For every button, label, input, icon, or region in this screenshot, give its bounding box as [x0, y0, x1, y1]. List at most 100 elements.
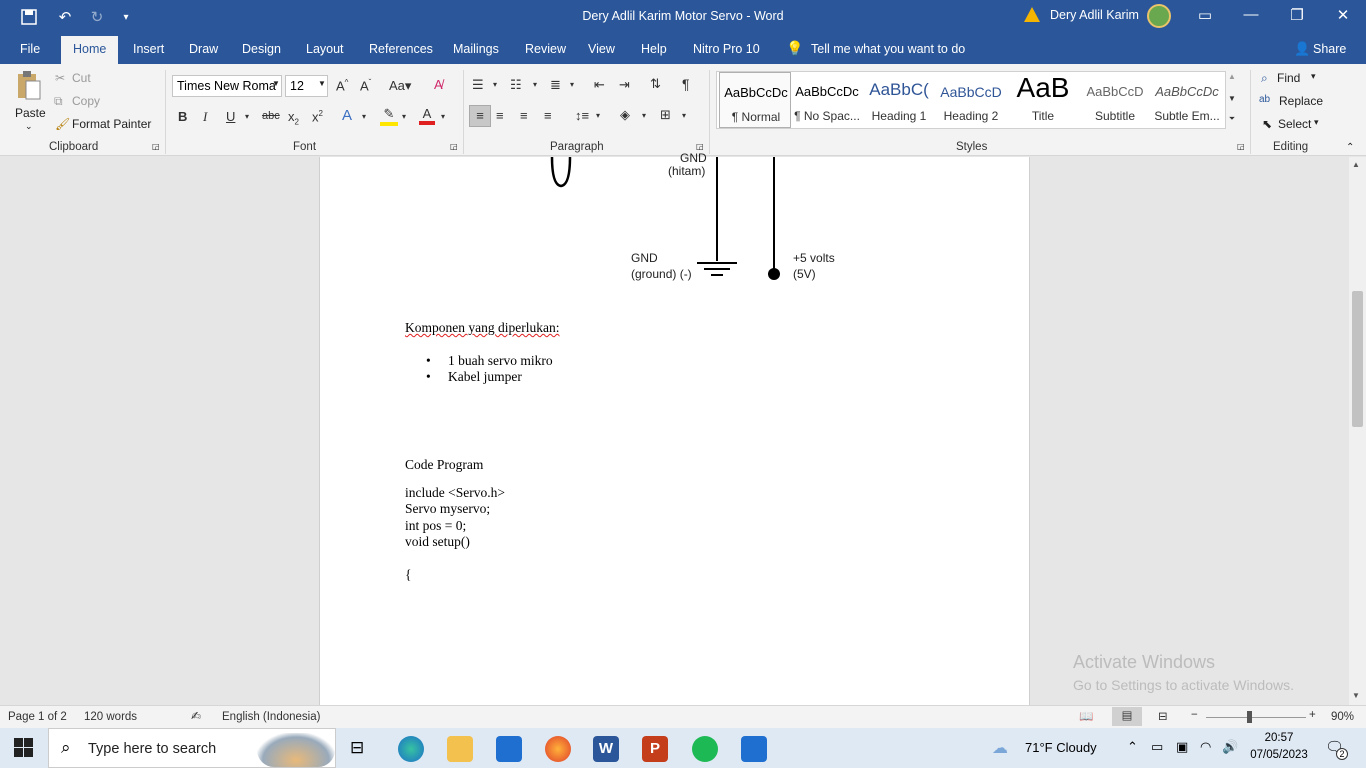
- zoom-in-icon[interactable]: +: [1309, 709, 1316, 721]
- find-icon[interactable]: ⌕: [1261, 71, 1268, 86]
- font-name-input[interactable]: Times New Roma: [172, 75, 282, 97]
- style-subtle-emphasis[interactable]: AaBbCcDc Subtle Em...: [1151, 72, 1223, 128]
- italic-icon[interactable]: I: [203, 109, 207, 125]
- tab-insert[interactable]: Insert: [133, 42, 164, 56]
- network-icon[interactable]: ◠: [1200, 739, 1211, 755]
- ribbon-display-options-icon[interactable]: ▭: [1190, 6, 1220, 26]
- line-spacing-icon[interactable]: ↕≡: [575, 108, 589, 123]
- mail-icon[interactable]: [496, 736, 522, 762]
- file-explorer-icon[interactable]: [447, 736, 473, 762]
- superscript-icon[interactable]: x2: [312, 109, 323, 124]
- tab-mailings[interactable]: Mailings: [453, 42, 499, 56]
- select-icon[interactable]: ⬉: [1262, 117, 1272, 131]
- font-size-dropdown-icon[interactable]: ▼: [318, 79, 326, 88]
- paragraph-launcher-icon[interactable]: ◲: [696, 142, 704, 151]
- styles-scroll-down-icon[interactable]: ▼: [1226, 94, 1238, 103]
- zoom-out-icon[interactable]: −: [1191, 709, 1198, 721]
- tab-design[interactable]: Design: [242, 42, 281, 56]
- font-color-icon[interactable]: A: [419, 106, 435, 125]
- font-launcher-icon[interactable]: ◲: [450, 142, 458, 151]
- borders-icon[interactable]: ⊞: [660, 107, 671, 123]
- select-button[interactable]: Select: [1278, 117, 1311, 131]
- tab-references[interactable]: References: [369, 42, 433, 56]
- replace-button[interactable]: Replace: [1279, 94, 1323, 108]
- tab-view[interactable]: View: [588, 42, 615, 56]
- warning-icon[interactable]: [1024, 7, 1040, 22]
- change-case-icon[interactable]: Aa▾: [389, 78, 411, 94]
- multilevel-list-icon[interactable]: ≣: [550, 77, 561, 93]
- justify-icon[interactable]: ≡: [544, 108, 552, 123]
- numbering-dropdown-icon[interactable]: ▾: [533, 80, 537, 89]
- close-icon[interactable]: ✕: [1328, 6, 1358, 26]
- proofing-icon[interactable]: ✍: [191, 709, 201, 723]
- clipboard-launcher-icon[interactable]: ◲: [152, 142, 160, 151]
- font-color-dropdown-icon[interactable]: ▾: [441, 112, 445, 121]
- tab-draw[interactable]: Draw: [189, 42, 218, 56]
- font-name-dropdown-icon[interactable]: ▼: [272, 79, 280, 88]
- windows-start-icon[interactable]: [14, 738, 33, 760]
- styles-more-icon[interactable]: ⏷: [1226, 114, 1238, 124]
- bold-icon[interactable]: B: [178, 109, 187, 124]
- tab-nitro[interactable]: Nitro Pro 10: [693, 42, 760, 56]
- meet-now-icon[interactable]: ▣: [1176, 739, 1188, 755]
- paste-icon[interactable]: [14, 70, 44, 100]
- firefox-icon[interactable]: [545, 736, 571, 762]
- shading-dropdown-icon[interactable]: ▾: [642, 111, 646, 120]
- word-count[interactable]: 120 words: [84, 711, 137, 723]
- select-dropdown-icon[interactable]: ▾: [1314, 117, 1319, 128]
- style-title[interactable]: AaB Title: [1007, 72, 1079, 128]
- print-layout-icon[interactable]: ▤: [1112, 707, 1142, 726]
- zoom-slider-track[interactable]: [1206, 717, 1306, 718]
- shrink-font-icon[interactable]: Aˇ: [360, 78, 371, 93]
- weather-icon[interactable]: ☁: [992, 738, 1008, 758]
- style-no-spacing[interactable]: AaBbCcDc ¶ No Spac...: [791, 72, 863, 128]
- align-left-icon[interactable]: ≡: [469, 105, 491, 127]
- battery-icon[interactable]: ▭: [1151, 739, 1163, 755]
- align-right-icon[interactable]: ≡: [520, 108, 528, 123]
- numbering-icon[interactable]: ☷: [510, 77, 522, 93]
- style-heading-2[interactable]: AaBbCcD Heading 2: [935, 72, 1007, 128]
- tab-layout[interactable]: Layout: [306, 42, 344, 56]
- language[interactable]: English (Indonesia): [222, 711, 320, 723]
- volume-icon[interactable]: 🔊: [1222, 739, 1238, 755]
- bullets-dropdown-icon[interactable]: ▾: [493, 80, 497, 89]
- text-effects-dropdown-icon[interactable]: ▾: [362, 112, 366, 121]
- highlight-icon[interactable]: ✎: [380, 106, 398, 126]
- word-taskbar-icon[interactable]: W: [593, 736, 619, 762]
- task-view-icon[interactable]: ⊟: [350, 738, 364, 758]
- grow-font-icon[interactable]: A^: [336, 78, 348, 93]
- increase-indent-icon[interactable]: ⇥: [619, 77, 630, 93]
- scroll-down-icon[interactable]: ▼: [1352, 691, 1360, 700]
- tab-help[interactable]: Help: [641, 42, 667, 56]
- taskbar-search-box[interactable]: ⌕ Type here to search: [48, 728, 336, 768]
- show-formatting-icon[interactable]: ¶: [682, 76, 690, 92]
- decrease-indent-icon[interactable]: ⇤: [594, 77, 605, 93]
- photos-icon[interactable]: [741, 736, 767, 762]
- highlight-dropdown-icon[interactable]: ▾: [402, 112, 406, 121]
- shading-icon[interactable]: ◈: [620, 107, 630, 123]
- strikethrough-icon[interactable]: abc: [262, 110, 280, 122]
- read-mode-icon[interactable]: 📖: [1079, 709, 1093, 723]
- sort-icon[interactable]: ⇅: [650, 76, 661, 92]
- tab-review[interactable]: Review: [525, 42, 566, 56]
- tab-home[interactable]: Home: [61, 36, 119, 64]
- share-button[interactable]: Share: [1313, 42, 1346, 56]
- user-name[interactable]: Dery Adlil Karim: [1050, 8, 1139, 22]
- minimize-icon[interactable]: —: [1236, 6, 1266, 26]
- tab-file[interactable]: File: [20, 42, 40, 56]
- document-page[interactable]: GND (hitam) GND (ground) (-) +5 volts (5…: [319, 151, 1030, 705]
- zoom-slider-thumb[interactable]: [1247, 711, 1252, 723]
- web-layout-icon[interactable]: ⊟: [1158, 709, 1168, 723]
- clock-time[interactable]: 20:57: [1250, 732, 1308, 744]
- replace-icon[interactable]: ab: [1259, 94, 1270, 105]
- style-heading-1[interactable]: AaBbC( Heading 1: [863, 72, 935, 128]
- bullets-icon[interactable]: ☰: [472, 77, 484, 93]
- subscript-icon[interactable]: x2: [288, 109, 299, 127]
- align-center-icon[interactable]: ≡: [496, 108, 504, 123]
- spotify-icon[interactable]: [692, 736, 718, 762]
- underline-dropdown-icon[interactable]: ▾: [245, 112, 249, 121]
- cut-icon[interactable]: ✂: [55, 71, 65, 85]
- multilevel-dropdown-icon[interactable]: ▾: [570, 80, 574, 89]
- underline-icon[interactable]: U: [226, 109, 235, 124]
- paste-dropdown-icon[interactable]: ⌄: [25, 121, 33, 132]
